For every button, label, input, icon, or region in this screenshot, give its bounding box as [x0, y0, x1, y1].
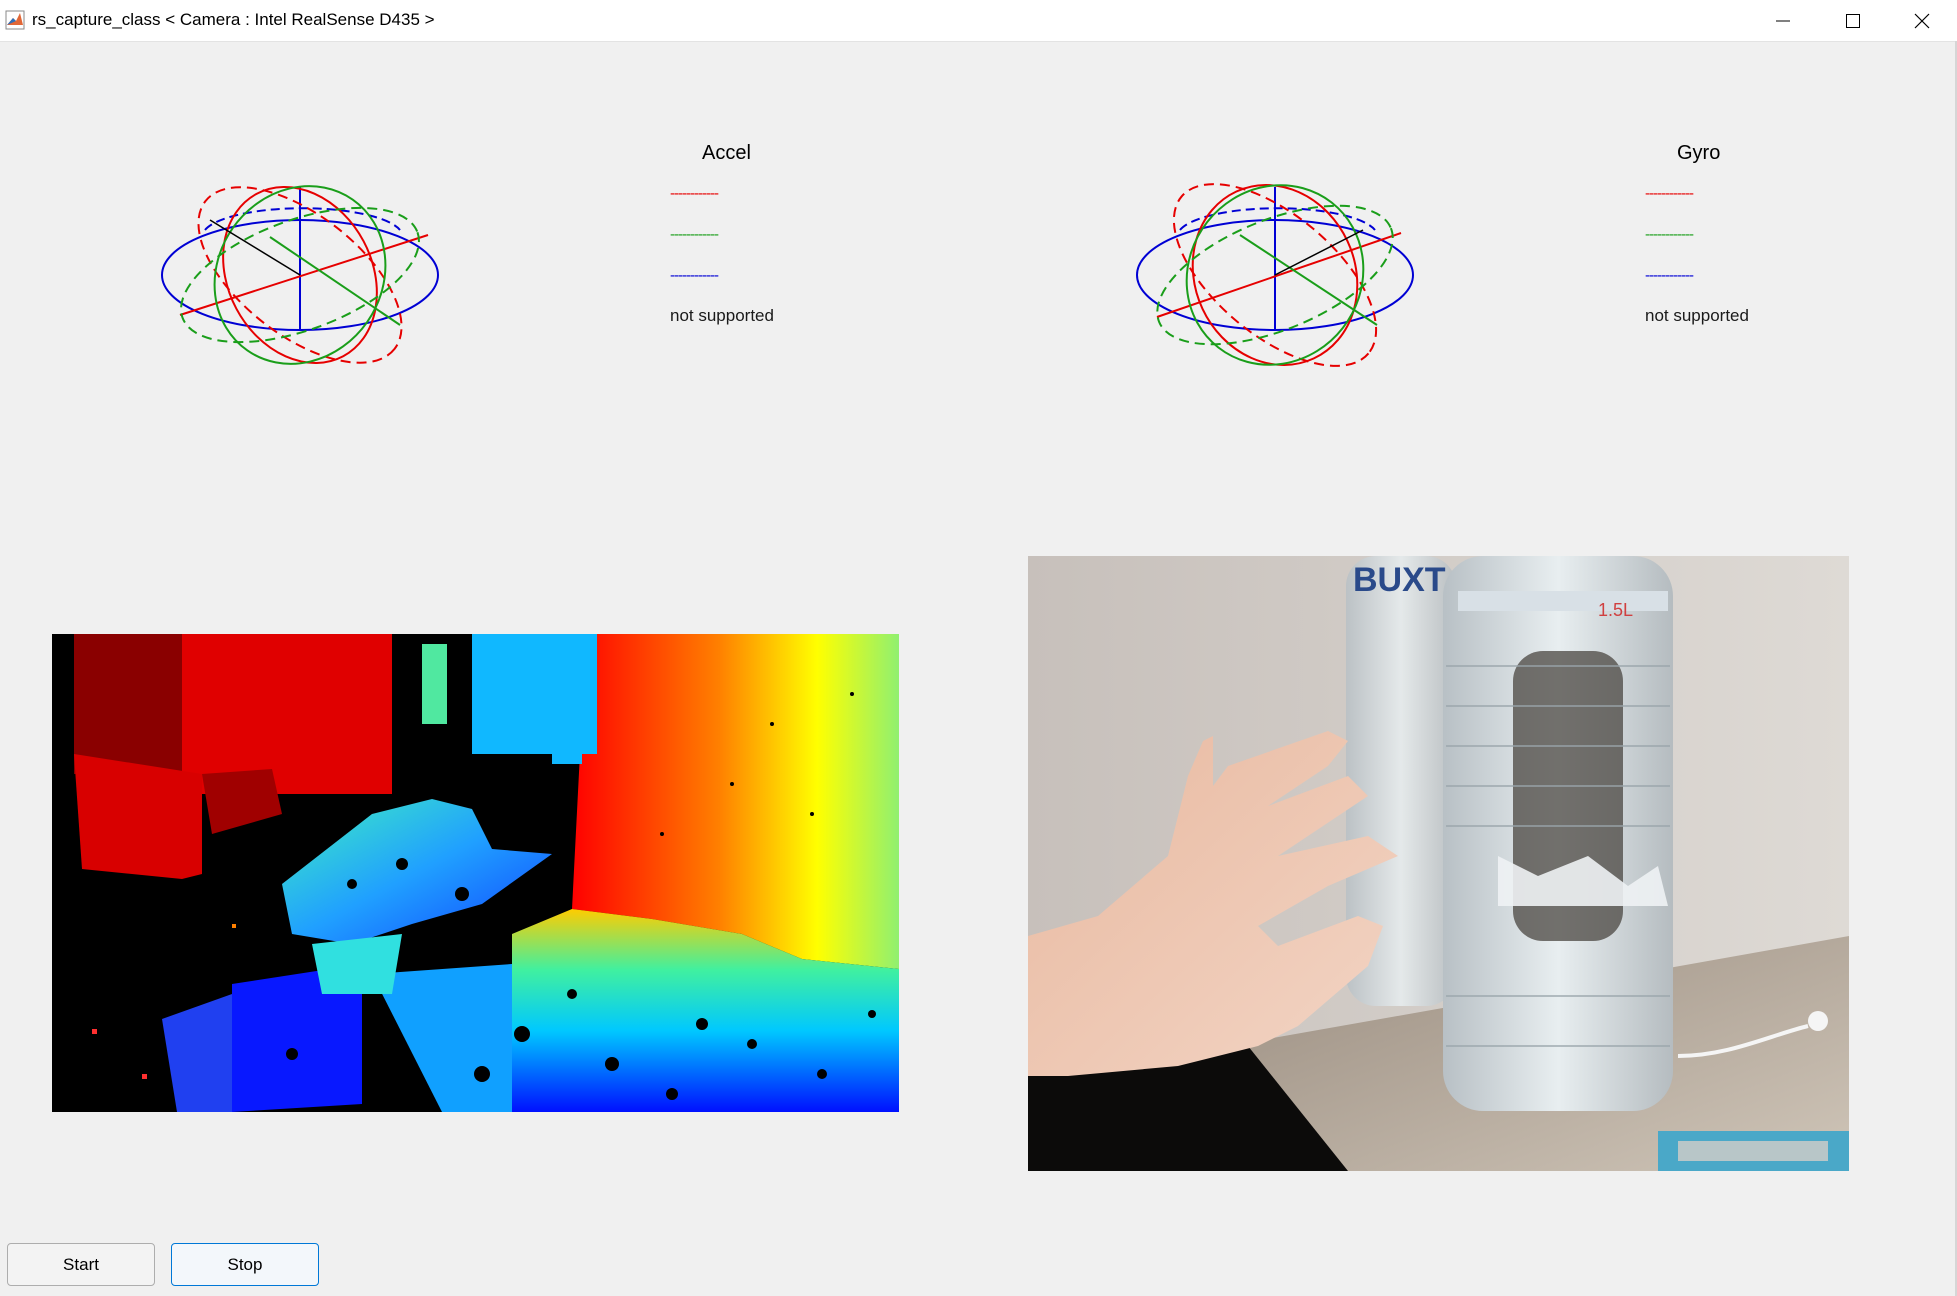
gyro-orientation-sphere [1136, 183, 1414, 367]
bottle-brand-text: BUXT [1353, 561, 1446, 599]
accel-status: not supported [670, 306, 774, 325]
accel-x-value: ------------ [670, 185, 719, 202]
accel-orientation-sphere [161, 185, 439, 365]
close-icon [1914, 13, 1930, 28]
stop-button[interactable]: Stop [171, 1243, 319, 1286]
matlab-icon [5, 10, 25, 30]
minimize-icon [1776, 20, 1790, 21]
depth-image [52, 634, 899, 1112]
color-image-view: BUXT 1.5L [1028, 556, 1849, 1171]
gyro-title: Gyro [1677, 142, 1721, 164]
gyro-x-value: ------------ [1645, 185, 1694, 202]
accel-z-value: ------------ [670, 267, 719, 284]
accel-title: Accel [702, 142, 751, 164]
depth-image-view [52, 634, 899, 1112]
gyro-y-value: ------------ [1645, 226, 1694, 243]
app-window: rs_capture_class < Camera : Intel RealSe… [0, 0, 1957, 1296]
start-button[interactable]: Start [7, 1243, 155, 1286]
maximize-icon [1846, 13, 1860, 28]
close-button[interactable] [1887, 0, 1957, 41]
gyro-status: not supported [1645, 306, 1749, 325]
title-bar[interactable]: rs_capture_class < Camera : Intel RealSe… [0, 0, 1957, 42]
maximize-button[interactable] [1818, 0, 1888, 41]
minimize-button[interactable] [1748, 0, 1818, 41]
color-image: BUXT 1.5L [1028, 556, 1849, 1171]
bottle-volume-text: 1.5L [1598, 600, 1633, 620]
window-title: rs_capture_class < Camera : Intel RealSe… [32, 10, 435, 29]
gyro-z-value: ------------ [1645, 267, 1694, 284]
accel-y-value: ------------ [670, 226, 719, 243]
